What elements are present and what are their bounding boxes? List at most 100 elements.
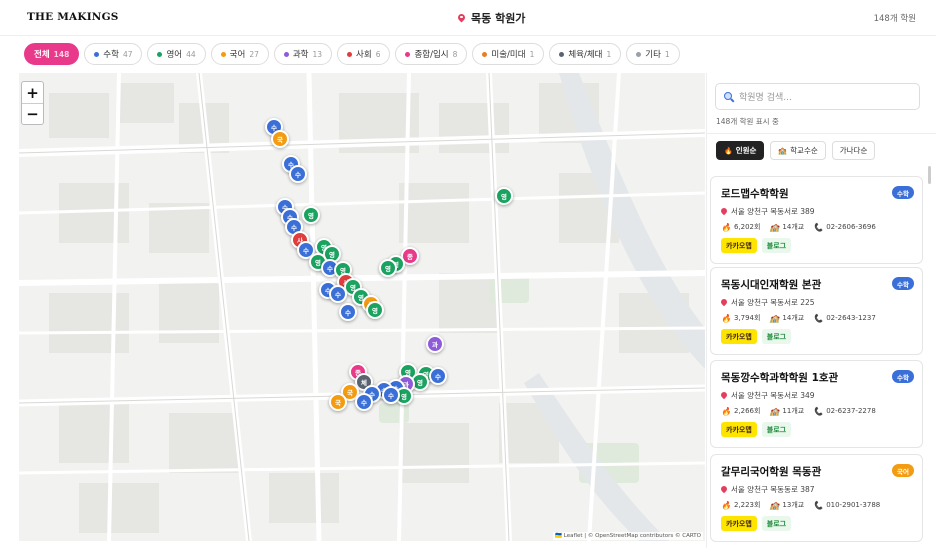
filter-count: 27 [249,49,259,59]
academy-meta: 🔥 6,202회 🏫 14개교 📞 02-2606-3696 [721,222,876,232]
location-pin-icon [721,392,727,400]
filter-count: 6 [375,49,381,59]
map-marker[interactable]: 수 [339,303,357,321]
filter-count: 1 [606,49,612,59]
academy-meta: 🔥 3,794회 🏫 14개교 📞 02-2643-1237 [721,313,876,323]
academy-meta: 🔥 2,266회 🏫 11개교 📞 02-6237-2278 [721,406,876,416]
map-attribution[interactable]: 🇺🇦 Leaflet | © OpenStreetMap contributor… [553,532,703,540]
address-text: 서울 양천구 목동동로 387 [731,485,815,494]
subject-badge: 수학 [892,186,914,199]
academy-name: 목동시대인재학원 본관 [721,279,822,291]
kakao-map-button[interactable]: 카카오맵 [721,422,757,437]
shown-count: 148개 학원 표시 중 [716,117,779,126]
map-marker[interactable]: 과 [426,335,444,353]
filter-chip-1[interactable]: 수학 47 [84,43,143,65]
academy-card[interactable]: 갈무리국어학원 목동관 국어 서울 양천구 목동동로 387 🔥 2,223회 🏫… [710,454,923,542]
fire-icon: 🔥 [721,500,731,510]
academy-card[interactable]: 로드맵수학학원 수학 서울 양천구 목동서로 389 🔥 6,202회 🏫 14개교… [710,176,923,264]
sort-button-0[interactable]: 🔥 인원순 [716,141,765,160]
filter-chip-7[interactable]: 미술/미대 1 [472,43,545,65]
student-count-text: 6,202회 [733,223,761,231]
zoom-control: + − [21,81,44,125]
category-dot-icon [405,51,411,57]
filter-label: 영어 [166,50,183,60]
school-icon: 🏫 [769,313,780,323]
map-marker[interactable]: 수 [382,386,400,404]
filter-chip-0[interactable]: 전체 148 [24,43,80,65]
school-icon: 🏫 [769,500,780,510]
academy-name: 목동깡수학과학학원 1호관 [721,372,839,384]
filter-chip-3[interactable]: 국어 27 [210,43,269,65]
school-count-text: 14개교 [782,223,805,231]
filter-count: 8 [452,49,458,59]
map-view[interactable]: 수국수수영수수영수사수영영영수영종영영수사영수영국수영과종체영영수영과수수수국국… [19,73,705,541]
filter-count: 1 [664,49,670,59]
academy-name: 로드맵수학학원 [721,188,789,200]
filter-label: 수학 [103,50,119,60]
phone-icon: 📞 [813,313,824,323]
category-dot-icon [283,51,289,57]
map-marker[interactable]: 영 [302,206,320,224]
filter-label: 과학 [292,50,309,60]
zoom-out-button[interactable]: − [22,103,43,124]
school-icon: 🏫 [769,222,780,232]
school-count: 🏫 13개교 [769,500,804,510]
school-icon: 🏫 [778,146,788,155]
kakao-map-button[interactable]: 카카오맵 [721,329,757,344]
student-count-text: 2,266회 [733,407,761,415]
phone-number[interactable]: 📞 02-2606-3696 [813,223,876,232]
location-pin-icon [721,299,727,307]
phone-number[interactable]: 📞 010-2901-3788 [813,501,880,510]
filter-chip-5[interactable]: 사회 6 [337,43,391,65]
map-marker[interactable]: 국 [329,393,347,411]
academy-card[interactable]: 목동깡수학과학학원 1호관 수학 서울 양천구 목동서로 349 🔥 2,266회… [710,360,923,448]
filter-label: 기타 [645,50,661,60]
card-actions: 카카오맵 블로그 [721,422,792,437]
map-marker[interactable]: 수 [355,393,373,411]
academy-address: 서울 양천구 목동서로 225 [721,297,815,308]
school-count: 🏫 11개교 [769,406,804,416]
sort-button-1[interactable]: 🏫 학교수순 [770,141,826,160]
blog-button[interactable]: 블로그 [761,329,792,344]
blog-button[interactable]: 블로그 [761,238,792,253]
filter-label: 미술/미대 [491,50,526,60]
kakao-map-button[interactable]: 카카오맵 [721,238,757,253]
filter-chip-6[interactable]: 종합/입시 8 [395,43,468,65]
page-title-text: 목동 학원가 [471,12,526,25]
blog-button[interactable]: 블로그 [761,516,792,531]
blog-button[interactable]: 블로그 [761,422,792,437]
phone-text: 02-2643-1237 [826,314,876,322]
kakao-map-button[interactable]: 카카오맵 [721,516,757,531]
zoom-in-button[interactable]: + [22,82,43,103]
map-marker[interactable]: 수 [429,367,447,385]
page-title: 목동 학원가 [458,10,525,26]
category-dot-icon [157,51,163,57]
sort-button-2[interactable]: 가나다순 [831,141,876,160]
list-scrollbar[interactable] [928,166,931,184]
phone-text: 02-2606-3696 [826,223,876,231]
map-marker[interactable]: 수 [289,165,307,183]
sort-label: 학교수순 [790,146,818,155]
academy-address: 서울 양천구 목동서로 389 [721,206,815,217]
fire-icon: 🔥 [721,406,731,416]
student-count-text: 2,223회 [733,501,761,509]
search-input[interactable]: 학원명 검색... [715,83,920,110]
phone-number[interactable]: 📞 02-6237-2278 [813,407,876,416]
filter-chip-2[interactable]: 영어 44 [147,43,206,65]
brand-logo[interactable]: THE MAKINGS [27,11,119,23]
school-count-text: 11개교 [782,407,805,415]
filter-chip-8[interactable]: 체육/체대 1 [549,43,622,65]
student-count: 🔥 2,223회 [721,500,760,510]
map-marker[interactable]: 영 [379,259,397,277]
map-marker[interactable]: 영 [495,187,513,205]
map-marker[interactable]: 수 [329,285,347,303]
filter-chip-4[interactable]: 과학 13 [273,43,333,65]
academy-card[interactable]: 목동시대인재학원 본관 수학 서울 양천구 목동서로 225 🔥 3,794회 🏫… [710,267,923,355]
filter-label: 체육/체대 [568,50,603,60]
filter-chip-9[interactable]: 기타 1 [626,43,680,65]
address-text: 서울 양천구 목동서로 389 [731,207,815,216]
map-marker[interactable]: 국 [271,130,289,148]
phone-number[interactable]: 📞 02-2643-1237 [813,314,876,323]
map-marker[interactable]: 영 [366,301,384,319]
filter-label: 국어 [229,50,246,60]
